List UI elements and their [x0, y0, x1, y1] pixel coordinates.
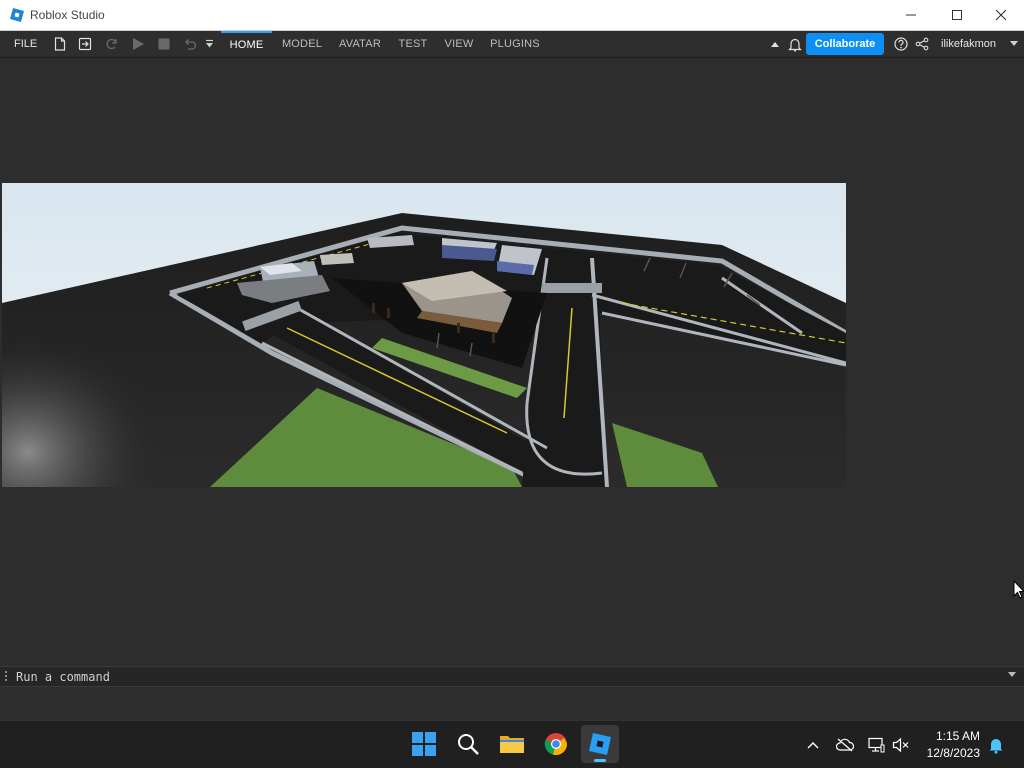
tab-avatar[interactable]: AVATAR [334, 31, 386, 57]
city-scene-render [2, 183, 846, 487]
close-icon [995, 9, 1007, 21]
roblox-studio-logo-icon [10, 8, 24, 22]
speaker-muted-icon [892, 737, 909, 753]
new-file-icon [54, 37, 66, 51]
command-bar [0, 666, 1024, 687]
active-app-indicator [594, 759, 606, 762]
3d-viewport[interactable] [2, 183, 846, 487]
chevron-down-icon[interactable] [1008, 671, 1017, 678]
title-bar: Roblox Studio [0, 0, 1024, 31]
collapse-ribbon-button[interactable] [767, 36, 783, 52]
taskbar-roblox-studio[interactable] [581, 725, 619, 763]
windows-taskbar: 1:15 AM 12/8/2023 [0, 720, 1024, 768]
stop-button[interactable] [156, 36, 172, 52]
chevron-down-icon [1010, 41, 1018, 46]
ribbon-bar: FILE HOME MODEL AVATAR TEST VIEW PLUGINS… [0, 31, 1024, 58]
tab-home[interactable]: HOME [221, 31, 272, 57]
stop-icon [158, 38, 170, 50]
network-icon [868, 737, 885, 753]
chevron-up-icon [771, 42, 779, 47]
drag-handle-icon[interactable] [4, 670, 8, 682]
network-tray-button[interactable] [866, 735, 886, 755]
bell-icon [989, 738, 1003, 754]
tab-plugins[interactable]: PLUGINS [488, 31, 542, 57]
chrome-icon [544, 733, 567, 756]
tab-model[interactable]: MODEL [278, 31, 326, 57]
redo-button[interactable] [104, 36, 120, 52]
collaborate-button[interactable]: Collaborate [806, 33, 884, 55]
bell-icon [788, 38, 802, 52]
undo-icon [185, 39, 197, 50]
clock-time[interactable]: 1:15 AM [918, 729, 980, 743]
chevron-down-icon [205, 39, 213, 48]
roblox-studio-icon [589, 733, 611, 755]
search-icon [458, 734, 479, 755]
maximize-button[interactable] [934, 0, 980, 30]
workspace-area [0, 58, 1024, 666]
tab-view[interactable]: VIEW [440, 31, 478, 57]
minimize-button[interactable] [888, 0, 934, 30]
clock-date[interactable]: 12/8/2023 [918, 746, 980, 760]
volume-tray-button[interactable] [891, 735, 911, 755]
status-area [0, 687, 1024, 720]
publish-button[interactable] [77, 36, 93, 52]
new-file-button[interactable] [52, 36, 68, 52]
account-menu-dropdown[interactable] [1009, 36, 1019, 52]
command-input[interactable] [16, 668, 1006, 685]
play-icon [133, 38, 144, 50]
publish-icon [78, 37, 92, 51]
taskbar-chrome[interactable] [537, 725, 575, 763]
share-button[interactable] [914, 36, 930, 52]
windows-logo-icon [412, 732, 436, 756]
maximize-icon [952, 10, 962, 20]
chevron-up-icon [807, 742, 819, 749]
undo-button[interactable] [182, 36, 198, 52]
file-menu[interactable]: FILE [14, 38, 37, 50]
tab-test[interactable]: TEST [394, 31, 432, 57]
onedrive-tray-button[interactable] [835, 735, 855, 755]
taskbar-file-explorer[interactable] [493, 725, 531, 763]
help-icon [894, 37, 908, 51]
folder-icon [500, 736, 524, 753]
quick-access-dropdown[interactable] [203, 36, 215, 52]
taskbar-search-button[interactable] [449, 725, 487, 763]
close-button[interactable] [978, 0, 1024, 30]
redo-icon [106, 38, 117, 50]
show-hidden-icons-button[interactable] [803, 735, 823, 755]
window-title: Roblox Studio [30, 8, 105, 22]
start-button[interactable] [405, 725, 443, 763]
minimize-icon [906, 14, 916, 16]
help-button[interactable] [893, 36, 909, 52]
play-button[interactable] [130, 36, 146, 52]
share-icon [915, 37, 929, 51]
mouse-cursor-icon [1013, 580, 1024, 599]
notification-center-button[interactable] [986, 735, 1006, 755]
notifications-button[interactable] [787, 36, 803, 52]
username-label[interactable]: ilikefakmon [941, 38, 996, 50]
cloud-off-icon [836, 738, 854, 752]
